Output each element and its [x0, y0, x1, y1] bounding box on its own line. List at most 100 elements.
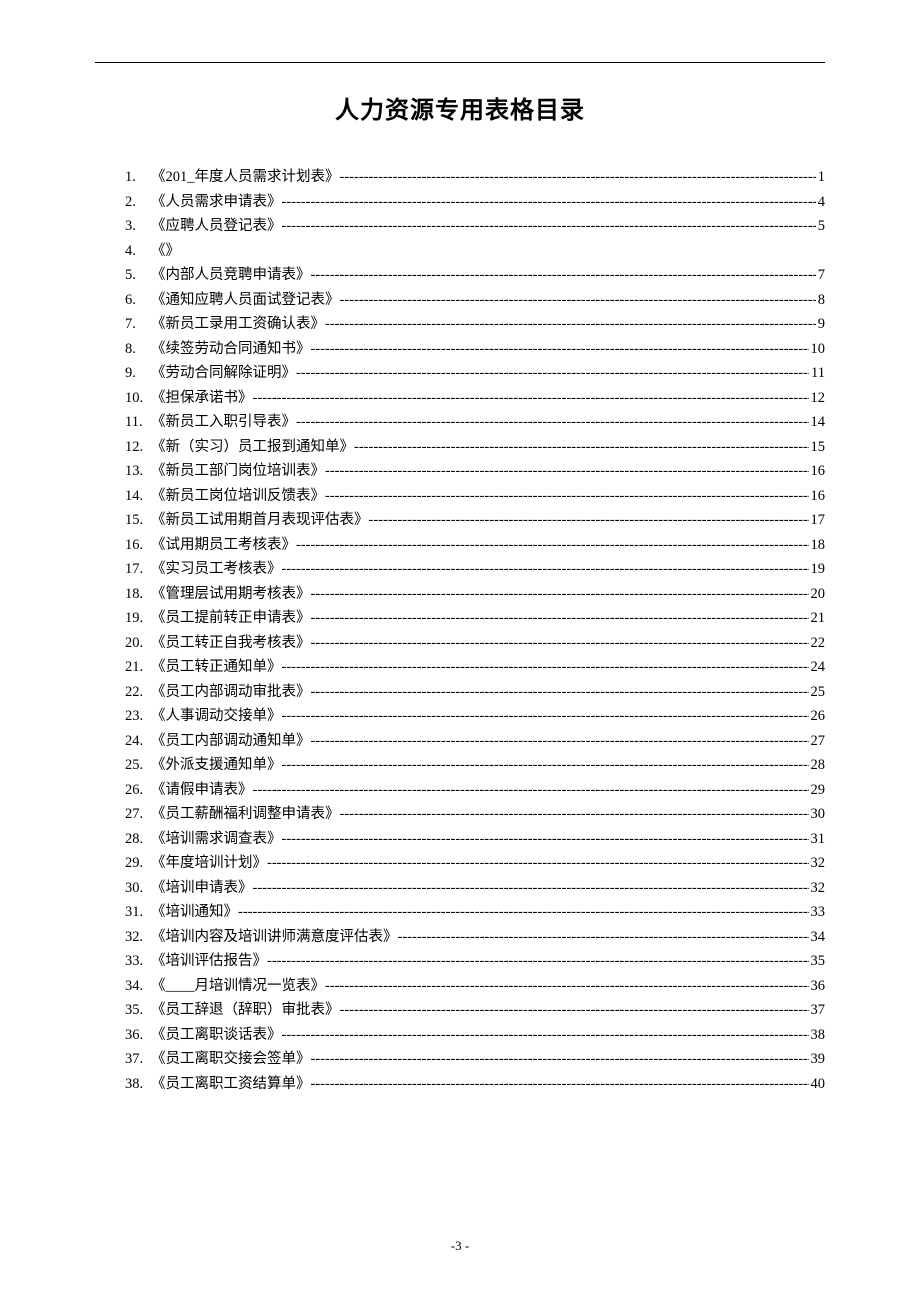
toc-item-title: 《实习员工考核表》 — [151, 557, 282, 582]
toc-item-title: 《外派支援通知单》 — [151, 753, 282, 778]
toc-item-leader: ----------------------------------------… — [354, 435, 809, 460]
toc-item-page: 37 — [811, 998, 826, 1023]
toc-item-number: 18. — [125, 582, 151, 607]
toc-item-page: 16 — [811, 459, 826, 484]
toc-item: 3.《应聘人员登记表》-----------------------------… — [125, 214, 825, 239]
toc-item-title: 《____月培训情况一览表》 — [151, 974, 325, 999]
toc-item: 37.《员工离职交接会签单》--------------------------… — [125, 1047, 825, 1072]
toc-item-number: 27. — [125, 802, 151, 827]
toc-item: 38.《员工离职工资结算单》--------------------------… — [125, 1072, 825, 1097]
toc-item-number: 23. — [125, 704, 151, 729]
toc-item-leader: ----------------------------------------… — [340, 165, 816, 190]
toc-item-number: 37. — [125, 1047, 151, 1072]
toc-item-title: 《担保承诺书》 — [151, 386, 253, 411]
toc-item: 35.《员工辞退（辞职）审批表》------------------------… — [125, 998, 825, 1023]
toc-item-page: 15 — [811, 435, 826, 460]
toc-item-page: 29 — [811, 778, 826, 803]
toc-item-title: 《培训评估报告》 — [151, 949, 267, 974]
toc-item: 17.《实习员工考核表》----------------------------… — [125, 557, 825, 582]
toc-item: 24.《员工内部调动通知单》--------------------------… — [125, 729, 825, 754]
toc-item-leader: ----------------------------------------… — [282, 1023, 809, 1048]
toc-item-page: 17 — [811, 508, 826, 533]
toc-item-leader: ----------------------------------------… — [282, 214, 816, 239]
toc-item: 13.《新员工部门岗位培训表》-------------------------… — [125, 459, 825, 484]
toc-item-page: 1 — [818, 165, 825, 190]
toc-item-leader: ----------------------------------------… — [311, 1072, 809, 1097]
toc-item-title: 《续签劳动合同通知书》 — [151, 337, 311, 362]
toc-item: 8.《续签劳动合同通知书》---------------------------… — [125, 337, 825, 362]
toc-item-leader: ----------------------------------------… — [311, 631, 809, 656]
toc-item-number: 29. — [125, 851, 151, 876]
toc-item-page: 22 — [811, 631, 826, 656]
toc-item-title: 《员工转正通知单》 — [151, 655, 282, 680]
toc-item-title: 《新员工试用期首月表现评估表》 — [151, 508, 369, 533]
toc-item-leader: ----------------------------------------… — [282, 704, 809, 729]
toc-item-page: 33 — [811, 900, 826, 925]
toc-item-title: 《新员工部门岗位培训表》 — [151, 459, 325, 484]
toc-item-page: 5 — [818, 214, 825, 239]
toc-item-title: 《请假申请表》 — [151, 778, 253, 803]
toc-item: 1.《201_年度人员需求计划表》-----------------------… — [125, 165, 825, 190]
toc-item-number: 3. — [125, 214, 151, 239]
toc-item-page: 35 — [811, 949, 826, 974]
toc-item: 34.《____月培训情况一览表》-----------------------… — [125, 974, 825, 999]
toc-item-leader: ----------------------------------------… — [311, 729, 809, 754]
toc-item-number: 38. — [125, 1072, 151, 1097]
toc-item-number: 16. — [125, 533, 151, 558]
toc-item-page: 27 — [811, 729, 826, 754]
toc-item-number: 30. — [125, 876, 151, 901]
toc-item-leader: ----------------------------------------… — [282, 190, 816, 215]
toc-item-number: 31. — [125, 900, 151, 925]
toc-item-page: 26 — [811, 704, 826, 729]
toc-item: 19.《员工提前转正申请表》--------------------------… — [125, 606, 825, 631]
toc-item: 21.《员工转正通知单》----------------------------… — [125, 655, 825, 680]
toc-item-number: 14. — [125, 484, 151, 509]
toc-item-page: 30 — [811, 802, 826, 827]
toc-item: 2.《人员需求申请表》-----------------------------… — [125, 190, 825, 215]
toc-item: 9.《劳动合同解除证明》----------------------------… — [125, 361, 825, 386]
toc-item-title: 《员工离职谈话表》 — [151, 1023, 282, 1048]
toc-item-leader: ----------------------------------------… — [296, 533, 809, 558]
toc-item: 32.《培训内容及培训讲师满意度评估表》--------------------… — [125, 925, 825, 950]
toc-item-title: 《员工提前转正申请表》 — [151, 606, 311, 631]
toc-item-title: 《培训需求调查表》 — [151, 827, 282, 852]
toc-item-title: 《201_年度人员需求计划表》 — [151, 165, 340, 190]
toc-item-leader: ----------------------------------------… — [325, 974, 809, 999]
toc-item-leader: ----------------------------------------… — [282, 827, 809, 852]
document-page: 人力资源专用表格目录 1.《201_年度人员需求计划表》------------… — [0, 0, 920, 1302]
toc-item-leader: ----------------------------------------… — [311, 263, 816, 288]
toc-item-page: 9 — [818, 312, 825, 337]
toc-item-title: 《新员工岗位培训反馈表》 — [151, 484, 325, 509]
toc-item-number: 33. — [125, 949, 151, 974]
toc-item-number: 1. — [125, 165, 151, 190]
toc-item-title: 《员工离职工资结算单》 — [151, 1072, 311, 1097]
toc-item-title: 《员工转正自我考核表》 — [151, 631, 311, 656]
toc-item-page: 28 — [811, 753, 826, 778]
toc-item-title: 《管理层试用期考核表》 — [151, 582, 311, 607]
toc-item: 5.《内部人员竞聘申请表》---------------------------… — [125, 263, 825, 288]
toc-item: 10.《担保承诺书》------------------------------… — [125, 386, 825, 411]
toc-item-number: 5. — [125, 263, 151, 288]
toc-item-title: 《新员工入职引导表》 — [151, 410, 296, 435]
toc-item-leader: ----------------------------------------… — [238, 900, 809, 925]
toc-item-title: 《新员工录用工资确认表》 — [151, 312, 325, 337]
toc-item-leader: ----------------------------------------… — [296, 361, 809, 386]
toc-item-leader: ----------------------------------------… — [325, 484, 809, 509]
toc-item-title: 《内部人员竞聘申请表》 — [151, 263, 311, 288]
toc-item-title: 《员工辞退（辞职）审批表》 — [151, 998, 340, 1023]
toc-item-leader: ----------------------------------------… — [311, 680, 809, 705]
toc-item: 30.《培训申请表》------------------------------… — [125, 876, 825, 901]
toc-item: 28.《培训需求调查表》----------------------------… — [125, 827, 825, 852]
toc-item: 27.《员工薪酬福利调整申请表》------------------------… — [125, 802, 825, 827]
toc-item-page: 32 — [811, 876, 826, 901]
toc-item-title: 《应聘人员登记表》 — [151, 214, 282, 239]
toc-item-leader: ----------------------------------------… — [267, 949, 809, 974]
toc-item-leader: ----------------------------------------… — [311, 1047, 809, 1072]
toc-item-leader: ----------------------------------------… — [311, 606, 809, 631]
toc-item: 14.《新员工岗位培训反馈表》-------------------------… — [125, 484, 825, 509]
toc-item-leader: ----------------------------------------… — [296, 410, 809, 435]
toc-item-number: 6. — [125, 288, 151, 313]
toc-item-leader: ----------------------------------------… — [267, 851, 809, 876]
toc-item: 15.《新员工试用期首月表现评估表》----------------------… — [125, 508, 825, 533]
toc-item-page: 18 — [811, 533, 826, 558]
